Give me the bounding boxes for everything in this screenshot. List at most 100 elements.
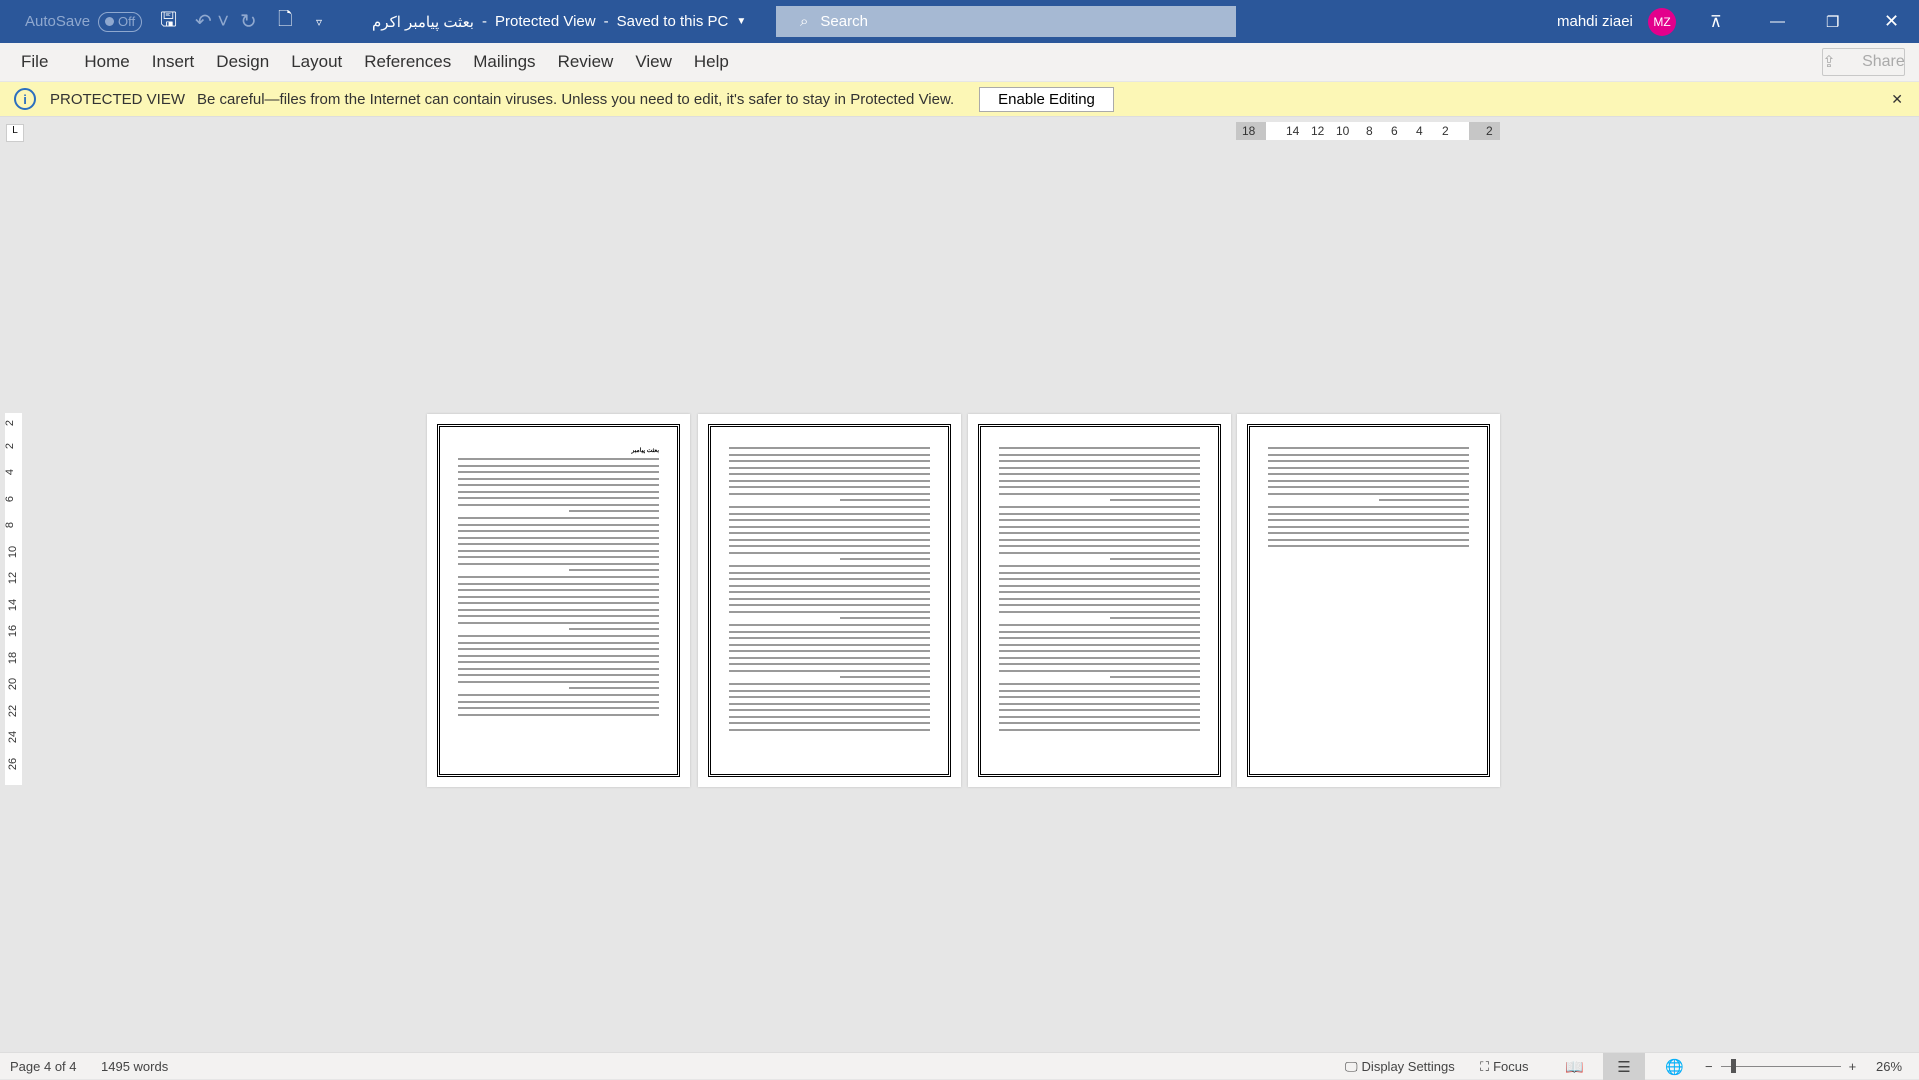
enable-editing-button[interactable]: Enable Editing: [979, 86, 1114, 112]
text-line: [999, 584, 1200, 587]
text-line: [729, 532, 930, 534]
text-line: [999, 453, 1200, 456]
menu-view[interactable]: View: [624, 52, 683, 72]
redo-icon[interactable]: ↻: [240, 0, 257, 43]
share-label: Share: [1862, 53, 1905, 70]
customize-toolbar-icon[interactable]: ▿: [316, 0, 322, 43]
menu-help[interactable]: Help: [683, 52, 740, 72]
menu-file[interactable]: File: [10, 52, 59, 72]
text-line: [999, 460, 1200, 462]
document-page[interactable]: [1237, 414, 1500, 787]
document-title[interactable]: بعثت پیامبر اکرم - Protected View - Saved to…: [372, 0, 746, 43]
text-line: [1268, 460, 1469, 462]
view-mode: Protected View: [494, 13, 596, 30]
ruler-tick: 22: [7, 704, 20, 717]
vertical-ruler[interactable]: 2 2 4 6 8 10 12 14 16 18 20 22 24 26: [4, 413, 22, 785]
text-line: [458, 589, 659, 591]
text-line: [729, 479, 930, 482]
text-line: [999, 624, 1200, 626]
text-line: [729, 571, 930, 574]
text-line: [458, 608, 659, 611]
text-line: [458, 641, 659, 644]
save-icon[interactable]: 🖫: [160, 0, 177, 43]
protected-message: Be careful—files from the Internet can c…: [197, 90, 955, 108]
text-line: [729, 597, 930, 600]
share-button[interactable]: ⇪ Share: [1822, 48, 1905, 76]
read-mode-icon[interactable]: 📖: [1565, 1053, 1584, 1080]
menu-insert[interactable]: Insert: [141, 52, 206, 72]
tab-selector[interactable]: L: [6, 124, 24, 142]
minimize-icon[interactable]: —: [1770, 0, 1785, 43]
text-line: [729, 584, 930, 587]
protected-view-bar: i PROTECTED VIEW Be careful—files from t…: [0, 82, 1919, 117]
print-layout-icon[interactable]: ☰: [1603, 1053, 1645, 1080]
text-line: [458, 700, 659, 703]
focus-icon: ⛶: [1480, 1058, 1490, 1074]
text-line: [1109, 499, 1200, 501]
focus-button[interactable]: ⛶ Focus: [1480, 1053, 1529, 1080]
text-line: [458, 530, 659, 532]
display-settings-button[interactable]: 🖵 Display Settings: [1345, 1053, 1455, 1080]
undo-icon[interactable]: ↶ ˅: [195, 0, 229, 43]
menu-bar: File Home Insert Design Layout Reference…: [0, 43, 1919, 81]
menu-design[interactable]: Design: [205, 52, 280, 72]
display-settings-icon: 🖵: [1345, 1058, 1358, 1074]
zoom-in-icon[interactable]: +: [1849, 1059, 1857, 1074]
ruler-tick: 8: [4, 521, 17, 529]
document-page[interactable]: [968, 414, 1231, 787]
text-line: [1268, 466, 1469, 469]
text-line: [999, 709, 1200, 711]
text-line: [729, 702, 930, 705]
share-icon: ⇪: [1822, 54, 1841, 71]
zoom-slider[interactable]: − +: [1705, 1053, 1856, 1080]
new-document-icon[interactable]: 🗋: [278, 0, 292, 43]
menu-review[interactable]: Review: [547, 52, 625, 72]
text-line: [999, 473, 1200, 475]
menu-home[interactable]: Home: [73, 52, 140, 72]
text-line: [729, 551, 930, 554]
web-layout-icon[interactable]: 🌐: [1665, 1053, 1684, 1080]
text-line: [729, 506, 930, 508]
document-page[interactable]: بعثت پیامبر: [427, 414, 690, 787]
text-line: [839, 558, 930, 560]
text-line: [1268, 532, 1469, 534]
text-line: [458, 477, 659, 480]
text-line: [999, 551, 1200, 554]
text-line: [999, 610, 1200, 613]
toggle-switch[interactable]: Off: [98, 11, 143, 32]
text-line: [729, 519, 930, 521]
zoom-out-icon[interactable]: −: [1705, 1059, 1713, 1074]
text-line: [1268, 545, 1469, 547]
text-line: [1268, 506, 1469, 508]
word-count[interactable]: 1495 words: [101, 1053, 168, 1080]
text-line: [729, 689, 930, 692]
text-line: [999, 519, 1200, 521]
text-line: [1268, 453, 1469, 456]
text-line: [729, 663, 930, 665]
ruler-tick: 12: [7, 571, 20, 585]
close-bar-icon[interactable]: ✕: [1891, 91, 1903, 108]
search-input[interactable]: ⌕ Search: [776, 6, 1236, 37]
text-line: [1268, 525, 1469, 528]
ruler-tick: 10: [1336, 124, 1350, 138]
status-bar: Page 4 of 4 1495 words 🖵 Display Settings…: [0, 1052, 1919, 1080]
menu-mailings[interactable]: Mailings: [462, 52, 546, 72]
zoom-level[interactable]: 26%: [1876, 1053, 1902, 1080]
avatar[interactable]: MZ: [1648, 7, 1676, 36]
text-line: [458, 549, 659, 552]
menu-layout[interactable]: Layout: [280, 52, 353, 72]
text-line: [999, 643, 1200, 646]
autosave-toggle[interactable]: AutoSave Off: [25, 0, 143, 43]
user-name[interactable]: mahdi ziaei: [1557, 0, 1633, 43]
document-page[interactable]: [698, 414, 961, 787]
menu-references[interactable]: References: [353, 52, 462, 72]
text-line: [458, 654, 659, 657]
text-line: [458, 523, 659, 526]
close-icon[interactable]: ✕: [1884, 0, 1899, 43]
text-line: [729, 525, 930, 528]
horizontal-ruler[interactable]: 18 14 12 10 8 6 4 2 2: [1236, 122, 1500, 140]
page-count[interactable]: Page 4 of 4: [10, 1053, 77, 1080]
ribbon-display-icon[interactable]: ⊼: [1710, 0, 1722, 43]
text-line: [729, 492, 930, 495]
restore-icon[interactable]: ❐: [1826, 0, 1839, 43]
